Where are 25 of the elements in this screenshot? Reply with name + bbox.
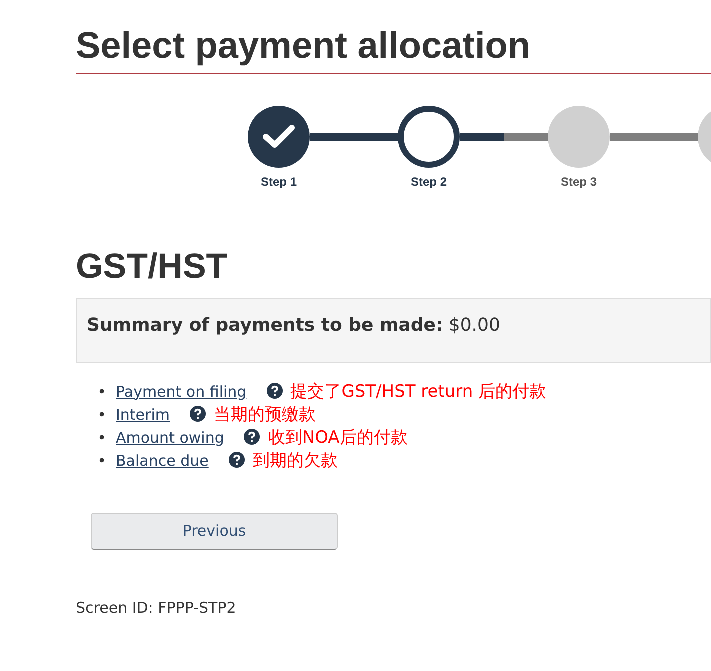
bullet: • [96,428,108,449]
step-label: Step 1 [260,174,298,191]
help-icon[interactable] [228,452,245,468]
step-label: Step 2 [410,174,448,191]
annotation-note: 提交了GST/HST return 后的付款 [290,382,547,402]
summary-text: Summary of payments to be made: $0.00 [87,314,500,336]
section-title: GST/HST [76,246,229,288]
page-title: Select payment allocation [76,26,711,74]
annotation-note: 当期的预缴款 [214,404,316,425]
payment-type-link[interactable]: Balance due [116,452,209,470]
bullet: • [96,382,108,403]
previous-button[interactable]: Previous [91,512,338,550]
payment-type-link[interactable]: Interim [116,406,170,424]
payment-type-link[interactable]: Amount owing [116,428,224,447]
annotation-note: 收到NOA后的付款 [268,428,408,448]
checkmark-icon [262,124,296,150]
help-icon[interactable] [244,428,260,445]
help-icon[interactable] [190,406,206,422]
payment-type-link[interactable]: Payment on filing [116,382,247,401]
annotation-note: 到期的欠款 [252,450,338,471]
bullet: • [96,404,108,426]
bullet: • [96,450,108,472]
screen-id: Screen ID: FPPP-STP2 [76,598,238,619]
step-label: Step 3 [560,174,598,191]
help-icon[interactable] [266,382,283,399]
